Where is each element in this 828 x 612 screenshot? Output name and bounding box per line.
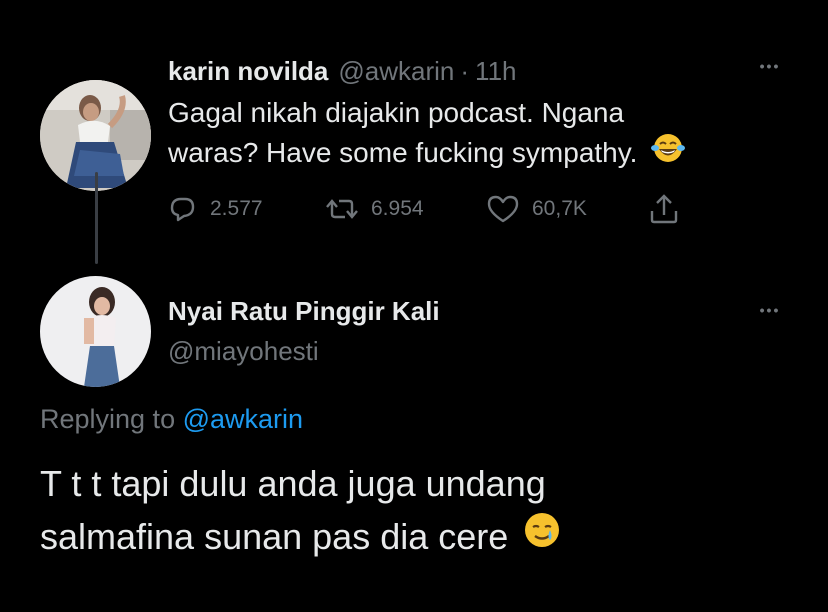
reply-author-handle[interactable]: @miayohesti — [168, 336, 319, 367]
face-with-tears-of-joy-icon — [651, 132, 686, 174]
more-options-icon: ••• — [759, 58, 781, 74]
reply-text-line-1: T t t tapi dulu anda juga undang — [40, 463, 546, 504]
share-action[interactable] — [648, 192, 692, 226]
replying-to-line: Replying to @awkarin — [40, 404, 303, 435]
reply-author-display-name[interactable]: Nyai Ratu Pinggir Kali — [168, 296, 440, 327]
tweet-header: karin novilda @awkarin · 11h — [168, 54, 517, 88]
avatar-miayohesti[interactable] — [40, 276, 151, 387]
reply-more-button[interactable]: ••• — [752, 302, 788, 318]
tweet-more-button[interactable]: ••• — [752, 58, 788, 74]
heart-icon — [487, 195, 519, 223]
reply-icon — [170, 197, 195, 222]
author-display-name[interactable]: karin novilda — [168, 56, 328, 87]
avatar-photo-icon — [40, 276, 151, 387]
reply-body: T t t tapi dulu anda juga undang salmafi… — [40, 458, 800, 564]
tweet-body: Gagal nikah diajakin podcast. Ngana wara… — [168, 94, 768, 174]
share-icon — [650, 194, 678, 224]
retweet-count: 6.954 — [371, 197, 424, 220]
replying-to-prefix: Replying to — [40, 404, 176, 434]
thread-connector-line — [95, 172, 98, 264]
retweet-icon — [326, 199, 358, 219]
like-action[interactable]: 60,7K — [486, 192, 587, 226]
replying-to-handle-link[interactable]: @awkarin — [183, 404, 303, 434]
tweet-timestamp[interactable]: 11h — [475, 56, 516, 87]
header-separator: · — [460, 55, 470, 86]
tweet-text-line-1: Gagal nikah diajakin podcast. Ngana — [168, 97, 625, 128]
author-handle[interactable]: @awkarin — [338, 56, 454, 87]
reply-text-line-2: salmafina sunan pas dia cere — [40, 516, 509, 558]
smiling-face-with-tear-icon — [522, 510, 562, 564]
reply-count: 2.577 — [210, 197, 263, 220]
tweet-text-line-2: waras? Have some fucking sympathy. — [168, 136, 638, 168]
like-count: 60,7K — [532, 197, 587, 220]
reply-action[interactable]: 2.577 — [166, 192, 263, 226]
more-options-icon: ••• — [759, 302, 781, 318]
retweet-action[interactable]: 6.954 — [325, 192, 424, 226]
